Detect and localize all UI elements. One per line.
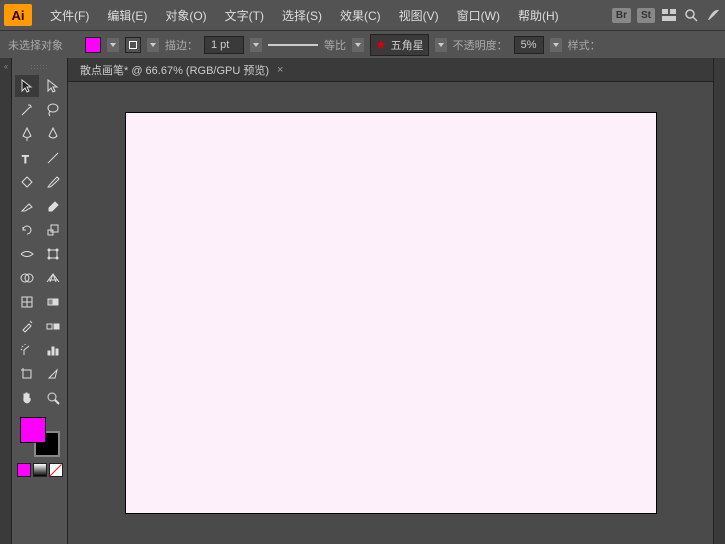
stroke-swatch[interactable] <box>125 37 141 53</box>
rectangle-tool[interactable] <box>15 171 39 193</box>
shape-builder-tool[interactable] <box>15 267 39 289</box>
style-label: 样式： <box>568 37 601 53</box>
zoom-tool[interactable] <box>41 387 65 409</box>
brush-dropdown[interactable] <box>435 38 447 52</box>
symbol-sprayer-tool[interactable] <box>15 339 39 361</box>
free-transform-tool[interactable] <box>41 243 65 265</box>
stroke-weight-dropdown[interactable] <box>250 38 262 52</box>
selection-status: 未选择对象 <box>8 37 63 53</box>
feather-icon[interactable] <box>705 7 721 23</box>
menu-help[interactable]: 帮助(H) <box>510 3 567 28</box>
eyedropper-tool[interactable] <box>15 315 39 337</box>
svg-text:T: T <box>22 154 29 166</box>
perspective-grid-tool[interactable] <box>41 267 65 289</box>
lasso-tool[interactable] <box>41 99 65 121</box>
width-tool[interactable] <box>15 243 39 265</box>
color-mode-none[interactable] <box>49 463 63 477</box>
hand-tool[interactable] <box>15 387 39 409</box>
fill-swatch[interactable] <box>85 37 101 53</box>
shaper-tool[interactable] <box>15 195 39 217</box>
opacity-dropdown[interactable] <box>550 38 562 52</box>
type-tool[interactable]: T <box>15 147 39 169</box>
scale-tool[interactable] <box>41 219 65 241</box>
left-collapse-strip[interactable]: ‹‹ <box>0 58 12 544</box>
color-mode-gradient[interactable] <box>33 463 47 477</box>
arrange-icon[interactable] <box>661 7 677 23</box>
stroke-weight-input[interactable]: 1 pt <box>204 36 244 54</box>
stroke-profile[interactable] <box>268 44 318 46</box>
rotate-tool[interactable] <box>15 219 39 241</box>
column-graph-tool[interactable] <box>41 339 65 361</box>
menu-bar: Ai 文件(F) 编辑(E) 对象(O) 文字(T) 选择(S) 效果(C) 视… <box>0 0 725 30</box>
document-tab[interactable]: 散点画笔* @ 66.67% (RGB/GPU 预览) × <box>68 58 713 82</box>
right-panel-strip[interactable] <box>713 58 725 544</box>
stock-badge[interactable]: St <box>637 8 655 23</box>
menu-type[interactable]: 文字(T) <box>217 3 272 28</box>
line-tool[interactable] <box>41 147 65 169</box>
mesh-tool[interactable] <box>15 291 39 313</box>
toolbox-grip[interactable]: :::::: <box>31 64 49 71</box>
search-icon[interactable] <box>683 7 699 23</box>
ratio-dropdown[interactable] <box>352 38 364 52</box>
app-logo: Ai <box>4 4 32 26</box>
gradient-tool[interactable] <box>41 291 65 313</box>
menu-view[interactable]: 视图(V) <box>391 3 447 28</box>
options-bar: 未选择对象 描边： 1 pt 等比 ★ 五角星 不透明度： 5% 样式： <box>0 30 725 58</box>
menu-file[interactable]: 文件(F) <box>42 3 97 28</box>
ratio-label: 等比 <box>324 37 346 53</box>
bridge-badge[interactable]: Br <box>612 8 631 23</box>
menu-object[interactable]: 对象(O) <box>157 3 214 28</box>
eraser-tool[interactable] <box>41 195 65 217</box>
selection-tool[interactable] <box>15 75 39 97</box>
stroke-dropdown[interactable] <box>147 38 159 52</box>
artboard[interactable] <box>126 113 656 513</box>
menu-window[interactable]: 窗口(W) <box>449 3 508 28</box>
slice-tool[interactable] <box>41 363 65 385</box>
magic-wand-tool[interactable] <box>15 99 39 121</box>
color-picker[interactable] <box>20 417 60 457</box>
paintbrush-tool[interactable] <box>41 171 65 193</box>
curvature-tool[interactable] <box>41 123 65 145</box>
menu-effect[interactable]: 效果(C) <box>332 3 389 28</box>
menu-select[interactable]: 选择(S) <box>274 3 330 28</box>
blend-tool[interactable] <box>41 315 65 337</box>
stroke-label: 描边： <box>165 37 198 53</box>
brush-name: 五角星 <box>391 37 424 53</box>
brush-selector[interactable]: ★ 五角星 <box>370 34 429 56</box>
toolbox: :::::: T <box>12 58 68 544</box>
menu-edit[interactable]: 编辑(E) <box>99 3 155 28</box>
artboard-tool[interactable] <box>15 363 39 385</box>
canvas-viewport[interactable] <box>68 82 713 544</box>
opacity-label: 不透明度： <box>453 37 508 53</box>
document-tab-title: 散点画笔* @ 66.67% (RGB/GPU 预览) <box>80 62 269 78</box>
close-icon[interactable]: × <box>277 64 283 76</box>
fill-dropdown[interactable] <box>107 38 119 52</box>
foreground-color[interactable] <box>20 417 46 443</box>
direct-selection-tool[interactable] <box>41 75 65 97</box>
pen-tool[interactable] <box>15 123 39 145</box>
color-mode-solid[interactable] <box>17 463 31 477</box>
star-icon: ★ <box>375 37 387 53</box>
opacity-input[interactable]: 5% <box>514 36 544 54</box>
document-area: 散点画笔* @ 66.67% (RGB/GPU 预览) × <box>68 58 713 544</box>
